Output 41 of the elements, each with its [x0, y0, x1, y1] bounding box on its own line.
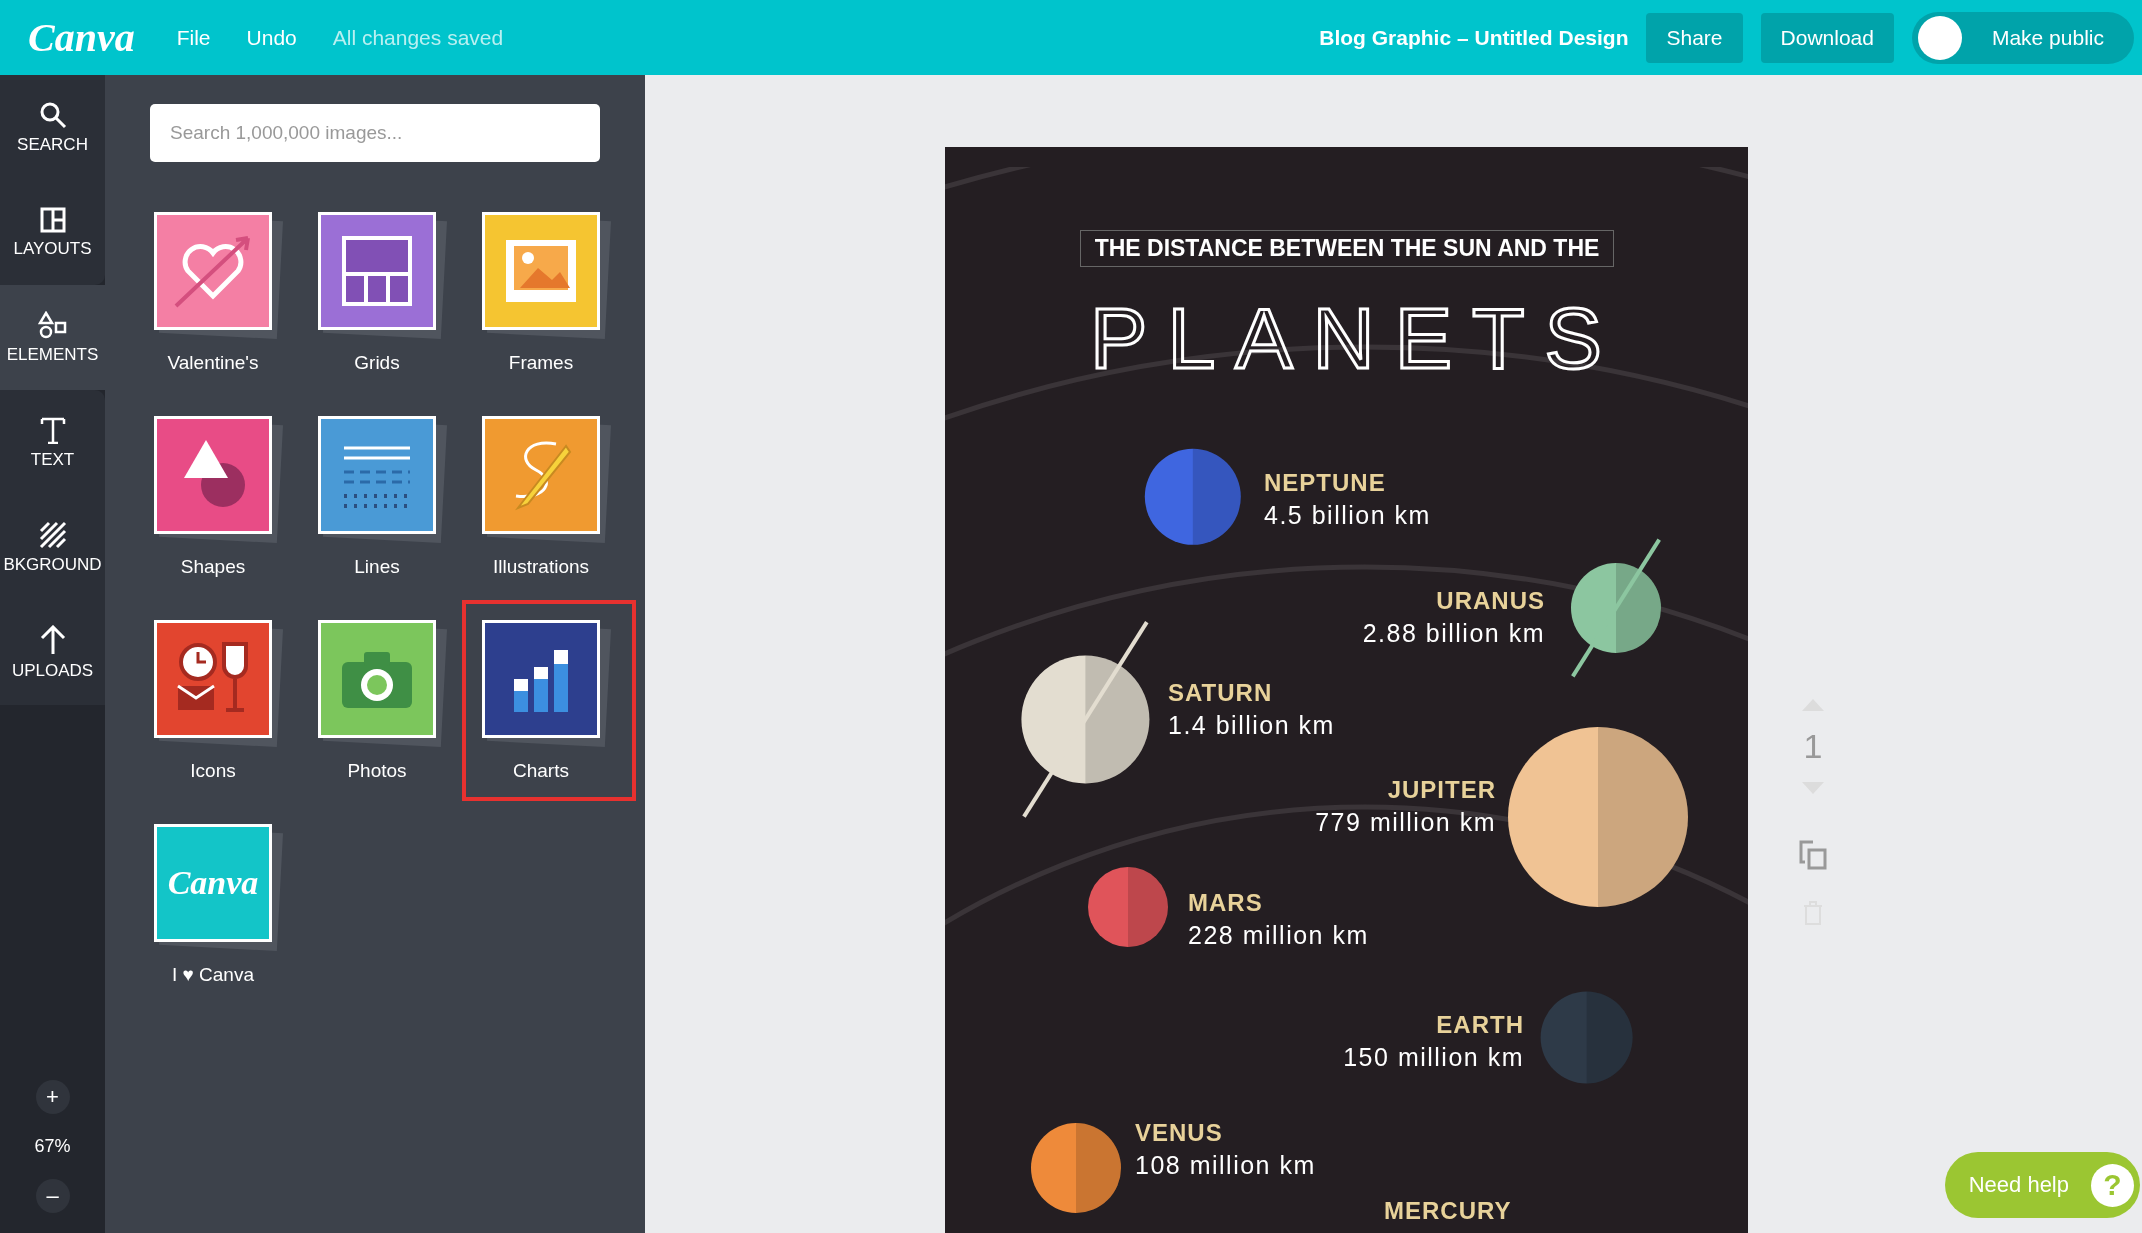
infographic-heading: THE DISTANCE BETWEEN THE SUN AND THE	[1080, 230, 1614, 267]
sidebar-tab[interactable]: ELEMENTS	[0, 285, 105, 390]
category-tile[interactable]: Canva I ♥ Canva	[134, 804, 308, 1005]
hatch-icon	[38, 520, 67, 549]
planet-distance: 150 million km	[1343, 1043, 1524, 1072]
sidebar-tab[interactable]: BKGROUND	[0, 495, 105, 600]
upload-icon	[39, 624, 66, 655]
infographic-title: PLANETS	[1089, 289, 1623, 388]
search-icon	[38, 100, 67, 129]
sidebar-tab[interactable]: TEXT	[0, 390, 105, 495]
page-number: 1	[1803, 727, 1823, 766]
help-icon: ?	[2091, 1163, 2134, 1207]
planet-name: SATURN	[1168, 679, 1273, 707]
planet-distance: 108 million km	[1135, 1151, 1316, 1180]
zoom-out-button[interactable]: –	[35, 1179, 70, 1213]
sidebar-tab[interactable]: LAYOUTS	[0, 180, 105, 285]
zoom-in-button[interactable]: +	[35, 1080, 70, 1114]
sidebar-tab[interactable]: SEARCH	[0, 75, 105, 180]
planet-name: MARS	[1188, 889, 1263, 917]
shapes-icon	[37, 310, 68, 339]
planet-distance: 779 million km	[1315, 808, 1496, 837]
text-icon	[39, 415, 66, 444]
design-title: Blog Graphic – Untitled Design	[1319, 25, 1629, 50]
zoom-level: 67%	[34, 1136, 71, 1157]
planet-distance: 1.4 billion km	[1168, 711, 1335, 740]
sidebar-tab[interactable]: UPLOADS	[0, 600, 105, 705]
copy-icon[interactable]	[1799, 840, 1827, 870]
category-tile[interactable]: Charts	[462, 600, 636, 801]
planet-distance: 228 million km	[1188, 921, 1369, 950]
planet-name: JUPITER	[1387, 776, 1496, 804]
planet-name: MERCURY	[1384, 1197, 1512, 1225]
save-status: All changes saved	[332, 25, 504, 50]
logo-text: Canva	[167, 864, 259, 902]
search-field[interactable]: Search 1,000,000 images...	[150, 104, 600, 162]
planet-name: EARTH	[1436, 1011, 1524, 1039]
layout-icon	[39, 206, 66, 233]
planet-name: URANUS	[1436, 587, 1545, 615]
planet-name: VENUS	[1135, 1119, 1223, 1147]
planet-distance: 2.88 billion km	[1362, 619, 1545, 648]
planet-distance: 4.5 billion km	[1264, 501, 1431, 530]
planet-name: NEPTUNE	[1264, 469, 1386, 497]
